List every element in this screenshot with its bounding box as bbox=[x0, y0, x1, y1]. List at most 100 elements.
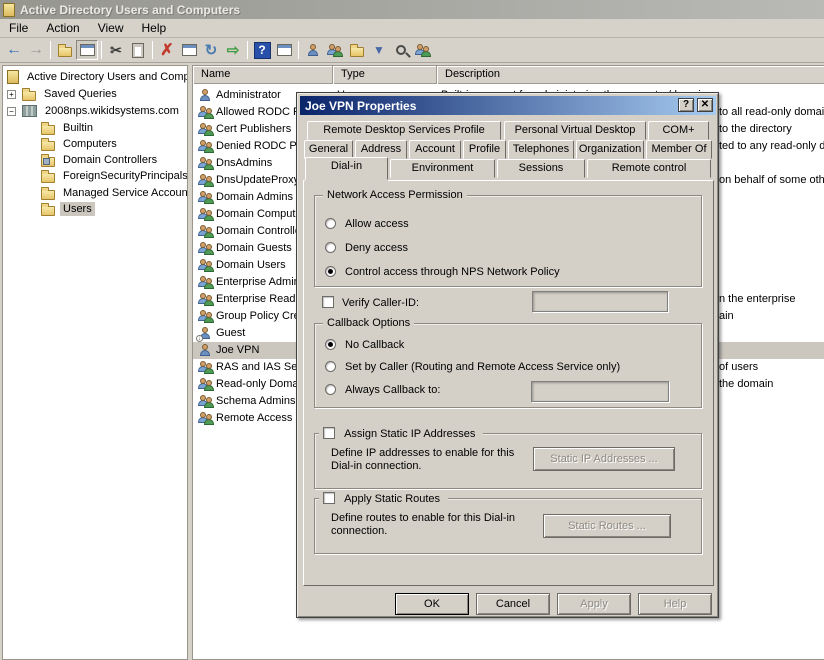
add-member-icon[interactable] bbox=[412, 40, 434, 60]
assign-static-ip-checkbox[interactable] bbox=[323, 427, 335, 439]
group-icon bbox=[198, 242, 214, 255]
new-user-icon[interactable] bbox=[302, 40, 324, 60]
dial-in-tab-page: Network Access Permission Allow access D… bbox=[303, 180, 714, 586]
tab-profile[interactable]: Profile bbox=[463, 140, 506, 159]
export-list-icon[interactable] bbox=[222, 40, 244, 60]
assign-static-ip-header: Assign Static IP Addresses bbox=[319, 427, 483, 440]
folder-icon bbox=[41, 206, 55, 216]
group-icon bbox=[198, 310, 214, 323]
toolbar-separator bbox=[152, 41, 153, 59]
verify-caller-id-label: Verify Caller-ID: bbox=[342, 297, 419, 309]
properties-icon[interactable] bbox=[178, 40, 200, 60]
verify-caller-id-checkbox[interactable] bbox=[322, 296, 334, 308]
static-routes-description: Define routes to enable for this Dial-in… bbox=[331, 512, 547, 538]
console-icon bbox=[3, 3, 15, 17]
tab-account[interactable]: Account bbox=[409, 140, 461, 159]
console-icon bbox=[7, 70, 19, 84]
set-by-caller-radio[interactable] bbox=[325, 361, 336, 372]
up-one-level-icon[interactable] bbox=[54, 40, 76, 60]
toolbar-separator bbox=[101, 41, 102, 59]
find-icon[interactable] bbox=[390, 40, 412, 60]
tab-member-of[interactable]: Member Of bbox=[646, 140, 712, 159]
group-icon bbox=[198, 123, 214, 136]
group-icon bbox=[198, 293, 214, 306]
cancel-button[interactable]: Cancel bbox=[476, 593, 550, 615]
tree-label[interactable]: ForeignSecurityPrincipals bbox=[60, 169, 188, 183]
console-tree-pane: Active Directory Users and Comput Saved … bbox=[2, 65, 188, 660]
no-callback-radio[interactable] bbox=[325, 339, 336, 350]
tree-item-foreign-security-principals[interactable]: ForeignSecurityPrincipals bbox=[41, 168, 188, 184]
tree-item-domain[interactable]: 2008nps.wikidsystems.com bbox=[7, 103, 182, 119]
tree-label[interactable]: Domain Controllers bbox=[60, 153, 160, 167]
menu-view[interactable]: View bbox=[89, 19, 133, 37]
forward-icon[interactable] bbox=[25, 40, 47, 60]
tab-personal-virtual-desktop[interactable]: Personal Virtual Desktop bbox=[504, 121, 646, 140]
menu-action[interactable]: Action bbox=[37, 19, 88, 37]
ok-button[interactable]: OK bbox=[395, 593, 469, 615]
tab-dial-in[interactable]: Dial-in bbox=[305, 157, 388, 180]
expand-icon[interactable] bbox=[7, 90, 16, 99]
new-window-icon[interactable] bbox=[273, 40, 295, 60]
tree-label[interactable]: Active Directory Users and Comput bbox=[24, 70, 188, 84]
tab-organization[interactable]: Organization bbox=[576, 140, 644, 159]
show-console-tree-icon[interactable] bbox=[76, 40, 98, 60]
filter-icon[interactable] bbox=[368, 40, 390, 60]
tree-item-computers[interactable]: Computers bbox=[41, 136, 120, 152]
tree-label[interactable]: 2008nps.wikidsystems.com bbox=[42, 104, 182, 118]
tree-item-root[interactable]: Active Directory Users and Comput bbox=[7, 69, 188, 85]
tab-com-plus[interactable]: COM+ bbox=[648, 121, 709, 140]
group-icon bbox=[198, 276, 214, 289]
refresh-icon[interactable] bbox=[200, 40, 222, 60]
apply-static-routes-group: Apply Static Routes Define routes to ena… bbox=[314, 498, 702, 554]
list-header: Name Type Description bbox=[193, 66, 824, 84]
close-icon[interactable] bbox=[697, 98, 713, 112]
static-routes-button[interactable]: Static Routes ... bbox=[543, 514, 671, 538]
apply-static-routes-checkbox[interactable] bbox=[323, 492, 335, 504]
tree-label[interactable]: Saved Queries bbox=[41, 87, 120, 101]
apply-button[interactable]: Apply bbox=[557, 593, 631, 615]
group-icon bbox=[198, 191, 214, 204]
menu-help[interactable]: Help bbox=[133, 19, 176, 37]
column-header-description[interactable]: Description bbox=[437, 66, 824, 84]
tree-item-saved-queries[interactable]: Saved Queries bbox=[7, 86, 120, 102]
callback-number-field[interactable] bbox=[531, 381, 669, 402]
tree-item-domain-controllers[interactable]: Domain Controllers bbox=[41, 152, 160, 168]
tree-item-managed-service-accounts[interactable]: Managed Service Accounts bbox=[41, 185, 188, 201]
allow-access-radio[interactable] bbox=[325, 218, 336, 229]
tab-remote-desktop-services-profile[interactable]: Remote Desktop Services Profile bbox=[307, 121, 501, 140]
delete-icon[interactable] bbox=[156, 40, 178, 60]
column-header-name[interactable]: Name bbox=[193, 66, 333, 84]
tab-environment[interactable]: Environment bbox=[390, 159, 495, 178]
always-callback-radio[interactable] bbox=[325, 384, 336, 395]
folder-icon bbox=[22, 91, 36, 101]
group-icon bbox=[198, 378, 214, 391]
new-ou-icon[interactable] bbox=[346, 40, 368, 60]
column-header-type[interactable]: Type bbox=[333, 66, 437, 84]
tree-item-builtin[interactable]: Builtin bbox=[41, 120, 96, 136]
paste-icon[interactable] bbox=[127, 40, 149, 60]
deny-access-radio[interactable] bbox=[325, 242, 336, 253]
help-button[interactable]: Help bbox=[638, 593, 712, 615]
tab-telephones[interactable]: Telephones bbox=[508, 140, 574, 159]
folder-dc-icon bbox=[41, 157, 55, 167]
new-group-icon[interactable] bbox=[324, 40, 346, 60]
control-access-nps-radio[interactable] bbox=[325, 266, 336, 277]
tab-sessions[interactable]: Sessions bbox=[497, 159, 585, 178]
tree-label[interactable]: Computers bbox=[60, 137, 120, 151]
tree-label[interactable]: Builtin bbox=[60, 121, 96, 135]
tab-remote-control[interactable]: Remote control bbox=[587, 159, 711, 178]
menu-file[interactable]: File bbox=[0, 19, 37, 37]
tree-label[interactable]: Managed Service Accounts bbox=[60, 186, 188, 200]
back-icon[interactable] bbox=[3, 40, 25, 60]
static-ip-addresses-button[interactable]: Static IP Addresses ... bbox=[533, 447, 675, 471]
group-icon bbox=[198, 174, 214, 187]
dialog-help-icon[interactable] bbox=[678, 98, 694, 112]
caller-id-field[interactable] bbox=[532, 291, 668, 312]
dialog-titlebar[interactable]: Joe VPN Properties bbox=[300, 96, 716, 115]
tree-item-users[interactable]: Users bbox=[41, 201, 95, 217]
help-icon[interactable] bbox=[251, 40, 273, 60]
folder-icon bbox=[41, 173, 55, 183]
tree-label[interactable]: Users bbox=[60, 202, 95, 216]
collapse-icon[interactable] bbox=[7, 107, 16, 116]
cut-icon[interactable] bbox=[105, 40, 127, 60]
